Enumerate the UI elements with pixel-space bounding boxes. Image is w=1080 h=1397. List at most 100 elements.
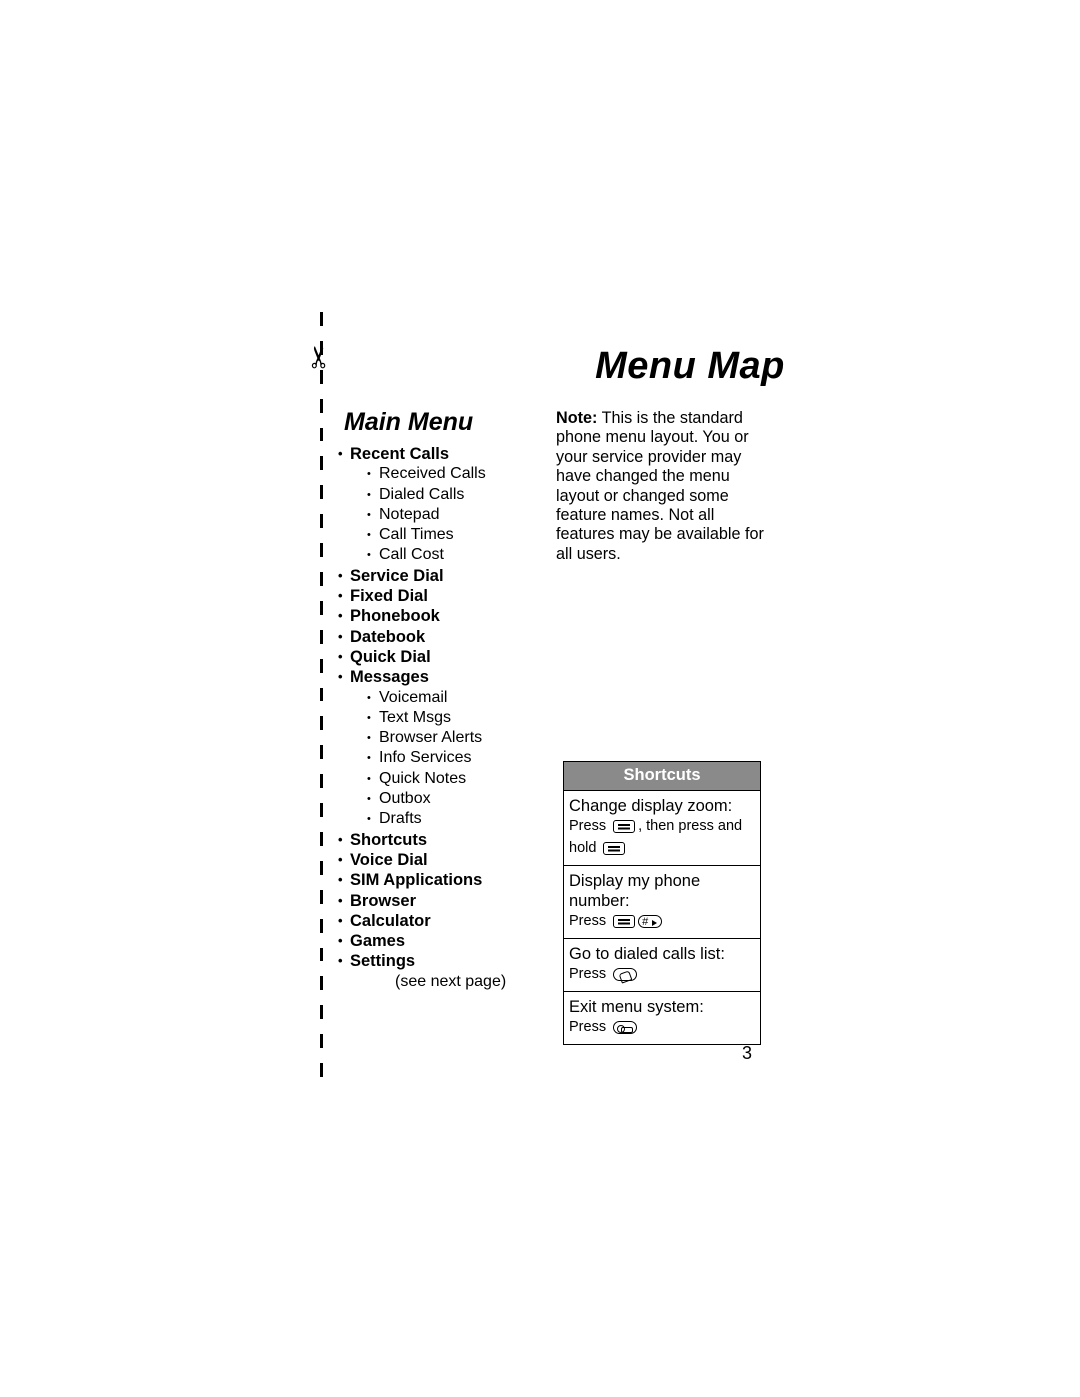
shortcut-instruction: Press , then press and hold — [569, 817, 755, 858]
menu-item: • Recent Calls — [334, 444, 534, 464]
shortcuts-table: Shortcuts Change display zoom: Press , th… — [563, 761, 761, 1045]
bullet-icon: • — [367, 488, 371, 501]
shortcut-label: Display my phone number: — [569, 872, 701, 910]
bullet-icon: • — [338, 953, 343, 969]
menu-item-label: Voice Dial — [350, 850, 428, 869]
cut-dash — [319, 427, 323, 442]
menu-item: • Notepad — [334, 505, 534, 525]
cut-dash — [319, 918, 323, 933]
shortcut-press-prefix: Press — [569, 1019, 611, 1035]
shortcut-instruction: Press — [569, 1018, 755, 1037]
shortcut-label: Change display zoom: — [569, 797, 733, 815]
shortcut-row: Go to dialed calls list: Press — [564, 939, 760, 992]
menu-item: • SIM Applications — [334, 870, 534, 890]
menu-item-label: Text Msgs — [379, 708, 452, 726]
menu-item-label: Voicemail — [379, 688, 448, 706]
menu-item: • Call Cost — [334, 545, 534, 565]
bullet-icon: • — [367, 691, 371, 704]
shortcut-instruction: Press — [569, 965, 755, 984]
cut-dash — [319, 514, 323, 529]
menu-key-icon — [603, 842, 626, 855]
cut-dash — [319, 600, 323, 615]
menu-item-label: Phonebook — [350, 607, 440, 626]
menu-item: • Voicemail — [334, 688, 534, 708]
menu-item-label: Outbox — [379, 790, 431, 808]
menu-key-icon — [613, 820, 636, 833]
menu-item-label: Browser — [350, 891, 417, 910]
menu-item: • Phonebook — [334, 606, 534, 626]
page-title: Menu Map — [595, 345, 785, 387]
cut-dash — [319, 1063, 323, 1078]
cut-dash — [319, 687, 323, 702]
menu-item-label: Call Cost — [379, 546, 444, 564]
menu-item-label: Browser Alerts — [379, 729, 483, 747]
menu-item: • Browser — [334, 891, 534, 911]
menu-item-label: Notepad — [379, 505, 440, 523]
shortcut-instruction: Press — [569, 912, 755, 931]
bullet-icon: • — [367, 549, 371, 562]
menu-item-label: Quick Notes — [379, 769, 467, 787]
menu-item: • Info Services — [334, 748, 534, 768]
cut-dash — [319, 485, 323, 500]
bullet-icon: • — [367, 752, 371, 765]
cut-dash — [319, 1034, 323, 1049]
menu-item-label: Received Calls — [379, 465, 486, 483]
menu-item-label: Calculator — [350, 911, 431, 930]
cut-dash — [319, 572, 323, 586]
shortcut-row: Change display zoom: Press , then press a… — [564, 791, 760, 866]
menu-item-label: Fixed Dial — [350, 587, 428, 606]
menu-item: • Service Dial — [334, 566, 534, 586]
menu-item: • Text Msgs — [334, 708, 534, 728]
cut-dashed-line — [314, 312, 328, 1092]
bullet-icon: • — [338, 933, 343, 949]
cut-dash — [319, 745, 323, 760]
document-page: ✂ Menu Map Main Menu • Recent Calls • Recei… — [0, 0, 1080, 1397]
menu-item: • Quick Notes — [334, 769, 534, 789]
bullet-icon: • — [338, 831, 343, 847]
bullet-icon: • — [367, 793, 371, 806]
cut-dash — [319, 369, 323, 384]
menu-item-label: Dialed Calls — [379, 485, 465, 503]
menu-footnote: (see next page) — [395, 972, 507, 990]
section-heading: Main Menu — [344, 408, 474, 436]
note-paragraph: Note: This is the standard phone menu la… — [556, 409, 771, 564]
bullet-icon: • — [338, 588, 343, 604]
shortcut-press-middle: , then press and — [638, 818, 743, 834]
menu-item: • Fixed Dial — [334, 586, 534, 606]
cut-dash — [319, 543, 323, 558]
menu-item-label: Drafts — [379, 810, 422, 828]
shortcut-press-prefix: Press — [569, 818, 611, 834]
menu-item-label: Datebook — [350, 627, 426, 646]
menu-item: • Datebook — [334, 627, 534, 647]
cut-dash — [319, 716, 323, 731]
note-text: This is the standard phone menu layout. … — [556, 409, 764, 563]
shortcut-label: Go to dialed calls list: — [569, 945, 725, 963]
menu-item-label: Settings — [350, 952, 416, 971]
cut-dash — [319, 312, 323, 326]
bullet-icon: • — [338, 628, 343, 644]
menu-item-label: Recent Calls — [350, 445, 450, 463]
menu-item: • Settings — [334, 951, 534, 971]
shortcut-press-suffix: hold — [569, 840, 601, 856]
bullet-icon: • — [338, 567, 343, 583]
bullet-icon: • — [338, 669, 343, 685]
menu-item-label: Call Times — [379, 526, 454, 544]
cut-dash — [319, 803, 323, 818]
cut-dash — [319, 889, 323, 904]
bullet-icon: • — [367, 468, 371, 481]
menu-item-label: Shortcuts — [350, 830, 428, 849]
cut-dash — [319, 947, 323, 962]
bullet-icon: • — [367, 711, 371, 724]
scissors-icon: ✂ — [303, 344, 337, 370]
bullet-icon: • — [338, 446, 343, 461]
power-end-key-icon — [613, 1021, 638, 1034]
send-key-icon — [613, 968, 638, 981]
shortcut-row: Exit menu system: Press — [564, 992, 760, 1044]
menu-item-label: SIM Applications — [350, 871, 483, 890]
cut-dash — [319, 832, 323, 846]
menu-item: • Received Calls — [334, 464, 534, 484]
menu-item: • Quick Dial — [334, 647, 534, 667]
bullet-icon: • — [367, 508, 371, 521]
cut-dash — [319, 774, 323, 789]
bullet-icon: • — [367, 772, 371, 785]
